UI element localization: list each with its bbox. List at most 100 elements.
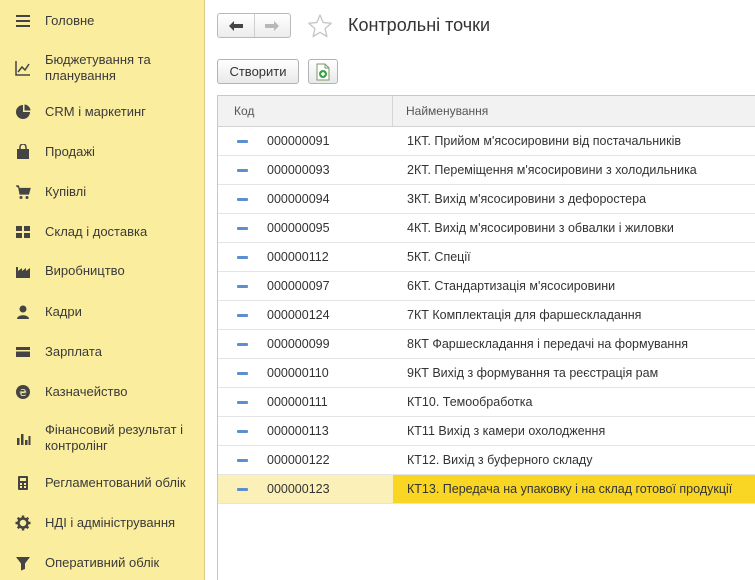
factory-icon [14,262,32,280]
cart-icon [14,183,32,201]
copy-button[interactable] [308,59,338,84]
sidebar-item-production[interactable]: Виробництво [0,258,204,284]
sidebar-item-label: Казначейство [45,384,128,399]
bar-chart-icon [14,429,32,447]
sidebar-item-main[interactable]: Головне [0,8,204,34]
page-title: Контрольні точки [348,15,491,35]
sidebar-item-admin[interactable]: НДІ і адміністрування [0,510,204,536]
table-row[interactable]: 000000097 6КТ. Стандартизація м'ясосирови… [218,272,755,301]
table-row[interactable]: 000000123 КТ13. Передача на упаковку і на… [218,475,755,504]
arrow-right-icon [265,20,280,31]
item-marker-icon [237,343,248,346]
column-header-name[interactable]: Найменування [406,96,488,126]
row-code: 000000123 [267,482,330,496]
sidebar-item-label: Продажі [45,144,95,159]
row-name: 4КТ. Вихід м'ясосировини з обвалки і жил… [407,221,674,235]
favorite-star-icon[interactable] [307,13,333,39]
table-row[interactable]: 000000112 5КТ. Спеції [218,243,755,272]
sidebar-item-label: Виробництво [45,263,125,278]
main-content: Контрольні точки Створити Код Найменуван… [206,0,755,580]
sidebar-item-financial-result[interactable]: Фінансовий результат і контролінг [0,421,204,455]
item-marker-icon [237,169,248,172]
sidebar-item-sales[interactable]: Продажі [0,139,204,165]
table-row[interactable]: 000000122 КТ12. Вихід з буферного складу [218,446,755,475]
item-marker-icon [237,459,248,462]
item-marker-icon [237,227,248,230]
column-header-code[interactable]: Код [234,96,254,126]
item-marker-icon [237,401,248,404]
coin-icon: ₴ [14,383,32,401]
sidebar-item-warehouse[interactable]: Склад і доставка [0,219,204,245]
row-code: 000000112 [267,250,329,264]
item-marker-icon [237,285,248,288]
table-row[interactable]: 000000113 КТ11 Вихід з камери охолодження [218,417,755,446]
control-points-table: Код Найменування 000000091 1КТ. Прийом м'… [217,95,755,580]
sidebar-item-salary[interactable]: Зарплата [0,339,204,365]
card-icon [14,343,32,361]
sidebar-item-label: Оперативний облік [45,555,160,570]
row-code: 000000099 [267,337,330,351]
row-code: 000000111 [267,395,328,409]
sidebar-item-treasury[interactable]: ₴ Казначейство [0,379,204,405]
item-marker-icon [237,314,248,317]
row-name: 5КТ. Спеції [407,250,471,264]
row-code: 000000122 [267,453,330,467]
table-row[interactable]: 000000124 7КТ Комплектація для фаршесклад… [218,301,755,330]
row-code: 000000093 [267,163,330,177]
table-row[interactable]: 000000094 3КТ. Вихід м'ясосировини з дефо… [218,185,755,214]
column-divider [392,96,393,126]
row-name: 6КТ. Стандартизація м'ясосировини [407,279,616,293]
sidebar-item-label: Бюджетування та планування [45,52,151,83]
funnel-icon [14,554,32,572]
sidebar-item-hr[interactable]: Кадри [0,299,204,325]
sidebar-item-label: Склад і доставка [45,224,148,239]
row-name: КТ13. Передача на упаковку і на склад го… [407,482,733,496]
person-icon [14,303,32,321]
sidebar-item-regulated-accounting[interactable]: Регламентований облік [0,470,204,496]
table-row[interactable]: 000000091 1КТ. Прийом м'ясосировини від п… [218,127,755,156]
item-marker-icon [237,430,248,433]
chart-line-icon [14,59,32,77]
copy-add-icon [316,63,330,80]
table-row[interactable]: 000000093 2КТ. Переміщення м'ясосировини … [218,156,755,185]
row-name: 2КТ. Переміщення м'ясосировини з холодил… [407,163,697,177]
pie-chart-icon [14,103,32,121]
row-name: 1КТ. Прийом м'ясосировини від постачальн… [407,134,682,148]
sidebar: Головне Бюджетування та планування CRM і… [0,0,205,580]
forward-button[interactable] [253,14,290,37]
table-row[interactable]: 000000095 4КТ. Вихід м'ясосировини з обва… [218,214,755,243]
row-name: КТ11 Вихід з камери охолодження [407,424,606,438]
table-row[interactable]: 000000099 8КТ Фаршескладання і передачі н… [218,330,755,359]
row-name: 7КТ Комплектація для фаршескладання [407,308,642,322]
sidebar-item-label: Зарплата [45,344,102,359]
menu-icon [14,12,32,30]
table-row[interactable]: 000000110 9КТ Вихід з формування та реєст… [218,359,755,388]
sidebar-item-budgeting[interactable]: Бюджетування та планування [0,51,204,85]
sidebar-item-crm[interactable]: CRM і маркетинг [0,99,204,125]
row-code: 000000095 [267,221,330,235]
row-name: 9КТ Вихід з формування та реєстрація рам [407,366,659,380]
item-marker-icon [237,140,248,143]
back-button[interactable] [218,14,254,37]
sidebar-item-label: Кадри [45,304,82,319]
sidebar-item-label: Головне [45,13,95,28]
row-code: 000000094 [267,192,330,206]
sidebar-item-label: Регламентований облік [45,475,186,490]
sidebar-item-operational-accounting[interactable]: Оперативний облік [0,550,204,576]
item-marker-icon [237,256,248,259]
item-marker-icon [237,198,248,201]
create-button[interactable]: Створити [217,59,299,84]
sidebar-item-label: Фінансовий результат і контролінг [45,422,184,453]
row-code: 000000097 [267,279,330,293]
calculator-icon [14,474,32,492]
item-marker-icon [237,372,248,375]
shopping-bag-icon [14,143,32,161]
gear-icon [14,514,32,532]
table-header: Код Найменування [218,96,755,127]
row-name: КТ10. Темообработка [407,395,533,409]
sidebar-item-label: НДІ і адміністрування [45,515,176,530]
sidebar-item-purchases[interactable]: Купівлі [0,179,204,205]
row-name: 3КТ. Вихід м'ясосировини з дефоростера [407,192,647,206]
table-row[interactable]: 000000111 КТ10. Темообработка [218,388,755,417]
svg-text:₴: ₴ [19,388,27,399]
